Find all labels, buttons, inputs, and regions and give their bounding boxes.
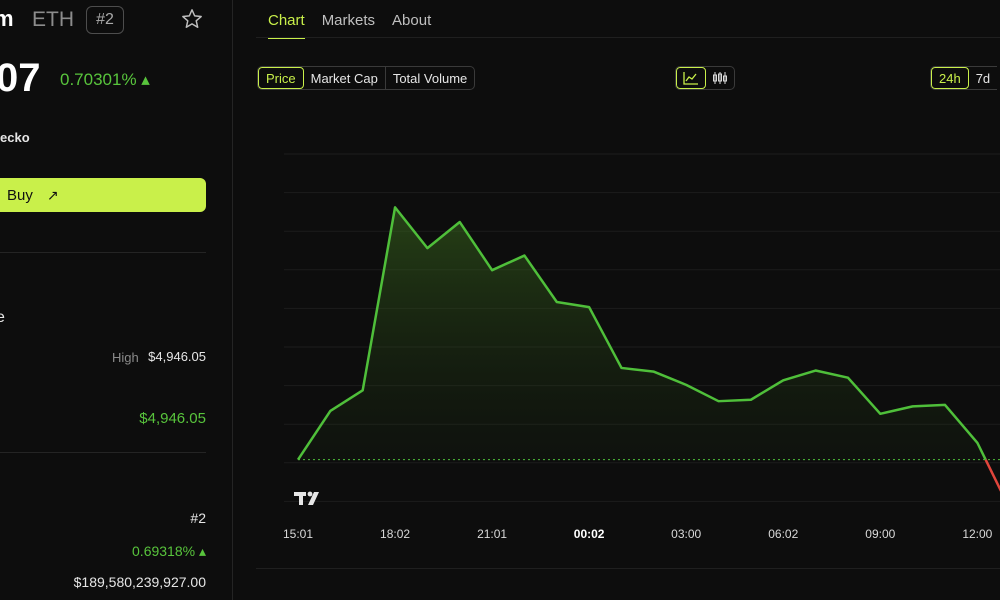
coin-price: 07 (0, 56, 41, 100)
range-7d-button[interactable]: 7d (969, 67, 997, 89)
chart-point (685, 384, 687, 386)
range-value: $4,946.05 (139, 410, 206, 427)
chart-point (362, 389, 364, 391)
x-tick-label: 18:02 (380, 527, 411, 541)
metric-selector: Price Market Cap Total Volume (257, 66, 476, 90)
chart-point (750, 399, 752, 401)
divider (0, 252, 206, 253)
x-tick-label: 06:02 (768, 527, 799, 541)
buy-button[interactable]: Buy ↗ (0, 178, 206, 212)
chart-point (329, 410, 331, 412)
x-tick-label: 12:00 (962, 527, 993, 541)
panel-divider (232, 0, 233, 600)
chart-point (491, 269, 493, 271)
x-tick-label: 09:00 (865, 527, 896, 541)
tab-markets[interactable]: Markets (322, 12, 375, 39)
chart-point (944, 404, 946, 406)
x-tick-label: 03:00 (671, 527, 702, 541)
chart-point (847, 376, 849, 378)
x-tick-label: 21:01 (477, 527, 508, 541)
star-icon[interactable] (181, 8, 203, 30)
chart-point (620, 367, 622, 369)
metric-market-cap-button[interactable]: Market Cap (304, 67, 386, 89)
arrow-up-right-icon: ↗ (46, 186, 59, 203)
chart-point (523, 254, 525, 256)
rank-badge: #2 (86, 6, 124, 34)
metric-price-button[interactable]: Price (258, 67, 304, 89)
line-chart-icon[interactable] (676, 67, 706, 89)
percent-change-value: 0.69318% ▴ (132, 543, 206, 559)
divider (0, 452, 206, 453)
chart-point (556, 301, 558, 303)
chart-point (814, 369, 816, 371)
buy-button-label: Buy (7, 186, 33, 204)
chart-point (297, 458, 299, 460)
chart-point (426, 247, 428, 249)
chart-area-fill (298, 207, 986, 460)
x-tick-label: 00:02 (573, 527, 605, 541)
high-value: $4,946.05 (148, 349, 206, 364)
tradingview-logo (294, 491, 319, 505)
range-24h-button[interactable]: 24h (931, 67, 969, 89)
price-chart[interactable] (256, 130, 1000, 560)
chart-point (911, 405, 913, 407)
high-label: High (112, 350, 139, 365)
chart-point (394, 206, 396, 208)
chart-point (976, 442, 978, 444)
candlestick-icon[interactable] (706, 67, 734, 89)
main-tabs: Chart Markets About (268, 12, 431, 39)
x-tick-label: 15:01 (282, 527, 314, 541)
chart-point (717, 400, 719, 402)
chart-bottom-divider (256, 568, 1000, 569)
tab-chart[interactable]: Chart (268, 12, 305, 39)
market-cap-value: $189,580,239,927.00 (73, 574, 206, 590)
price-change-24h: 0.70301% ▴ (60, 70, 150, 89)
time-range-selector: 24h 7d (930, 66, 998, 90)
section-heading: e (0, 309, 5, 326)
chart-point (782, 379, 784, 381)
chart-point (459, 221, 461, 223)
coin-name: m (0, 6, 14, 31)
metric-total-volume-button[interactable]: Total Volume (386, 67, 474, 89)
chart-point (588, 306, 590, 308)
coin-summary-panel: m ETH #2 07 0.70301% ▴ ecko Buy ↗ e High… (0, 0, 232, 600)
coin-symbol: ETH (32, 8, 74, 31)
tabs-underline (256, 37, 1000, 38)
chart-type-selector (675, 66, 735, 90)
data-source-label: ecko (0, 130, 30, 145)
chart-point (653, 370, 655, 372)
rank-value: #2 (190, 510, 206, 526)
tab-about[interactable]: About (392, 12, 431, 39)
chart-point (879, 413, 881, 415)
